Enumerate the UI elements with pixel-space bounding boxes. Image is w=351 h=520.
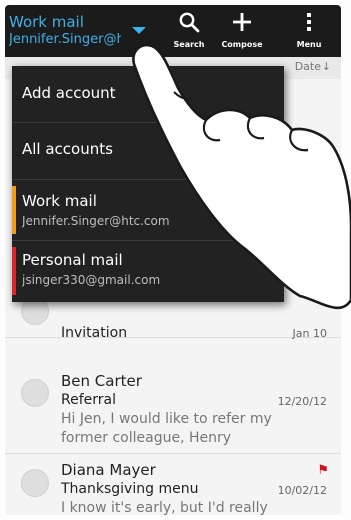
message-preview: Hi Jen, I would like to refer my former … [61, 411, 272, 446]
list-item[interactable]: Ben Carter Referral 12/20/12 Hi Jen, I w… [5, 365, 341, 454]
account-item-personal-mail[interactable]: Personal mail jsinger330@gmail.com [12, 241, 284, 301]
message-subject: Invitation [61, 325, 128, 341]
message-subject: Thanksgiving menu [61, 481, 199, 497]
compose-button[interactable]: Compose [213, 5, 271, 57]
sort-arrow-icon: ↓ [321, 60, 331, 73]
list-item[interactable]: Diana Mayer Thanksgiving menu 10/02/12 ⚑… [5, 455, 341, 515]
plus-icon [233, 13, 251, 31]
mail-screen: Work mail Jennifer.Singer@htc.com Search… [5, 5, 341, 515]
account-color-stripe [12, 247, 16, 295]
message-date: 10/02/12 [277, 484, 327, 497]
avatar [21, 469, 49, 497]
all-accounts-label: All accounts [22, 140, 113, 158]
account-email: jsinger330@gmail.com [22, 273, 161, 287]
phone-frame: Work mail Jennifer.Singer@htc.com Search… [0, 0, 351, 520]
sort-label: Date [294, 60, 321, 73]
compose-label: Compose [221, 40, 263, 49]
account-subtitle: Jennifer.Singer@htc.com [9, 32, 121, 47]
account-item-work-mail[interactable]: Work mail Jennifer.Singer@htc.com [12, 180, 284, 240]
search-button[interactable]: Search [167, 5, 211, 57]
add-account-item[interactable]: Add account [12, 66, 284, 122]
menu-label: Menu [296, 40, 322, 49]
add-account-label: Add account [22, 84, 116, 102]
account-color-stripe [12, 186, 16, 234]
more-vertical-icon [307, 13, 311, 31]
account-email: Jennifer.Singer@htc.com [22, 214, 170, 228]
avatar [21, 379, 49, 407]
all-accounts-item[interactable]: All accounts [12, 123, 284, 179]
message-preview: I know it's early, but I'd really [61, 500, 268, 515]
account-title: Work mail [9, 13, 84, 31]
account-name: Work mail [22, 192, 97, 210]
message-date: 12/20/12 [277, 395, 327, 408]
message-date: Jan 10 [292, 327, 327, 340]
account-name: Personal mail [22, 251, 123, 269]
message-subject: Referral [61, 392, 116, 408]
search-icon [179, 12, 200, 33]
search-label: Search [173, 40, 205, 49]
menu-button[interactable]: Menu [285, 5, 333, 57]
message-sender: Diana Mayer [61, 461, 156, 479]
action-bar: Work mail Jennifer.Singer@htc.com Search… [5, 5, 341, 57]
account-dropdown: Add account All accounts Work mail Jenni… [12, 66, 284, 302]
flag-icon[interactable]: ⚑ [317, 463, 329, 478]
dropdown-caret-icon[interactable] [132, 27, 146, 34]
message-sender: Ben Carter [61, 372, 142, 390]
